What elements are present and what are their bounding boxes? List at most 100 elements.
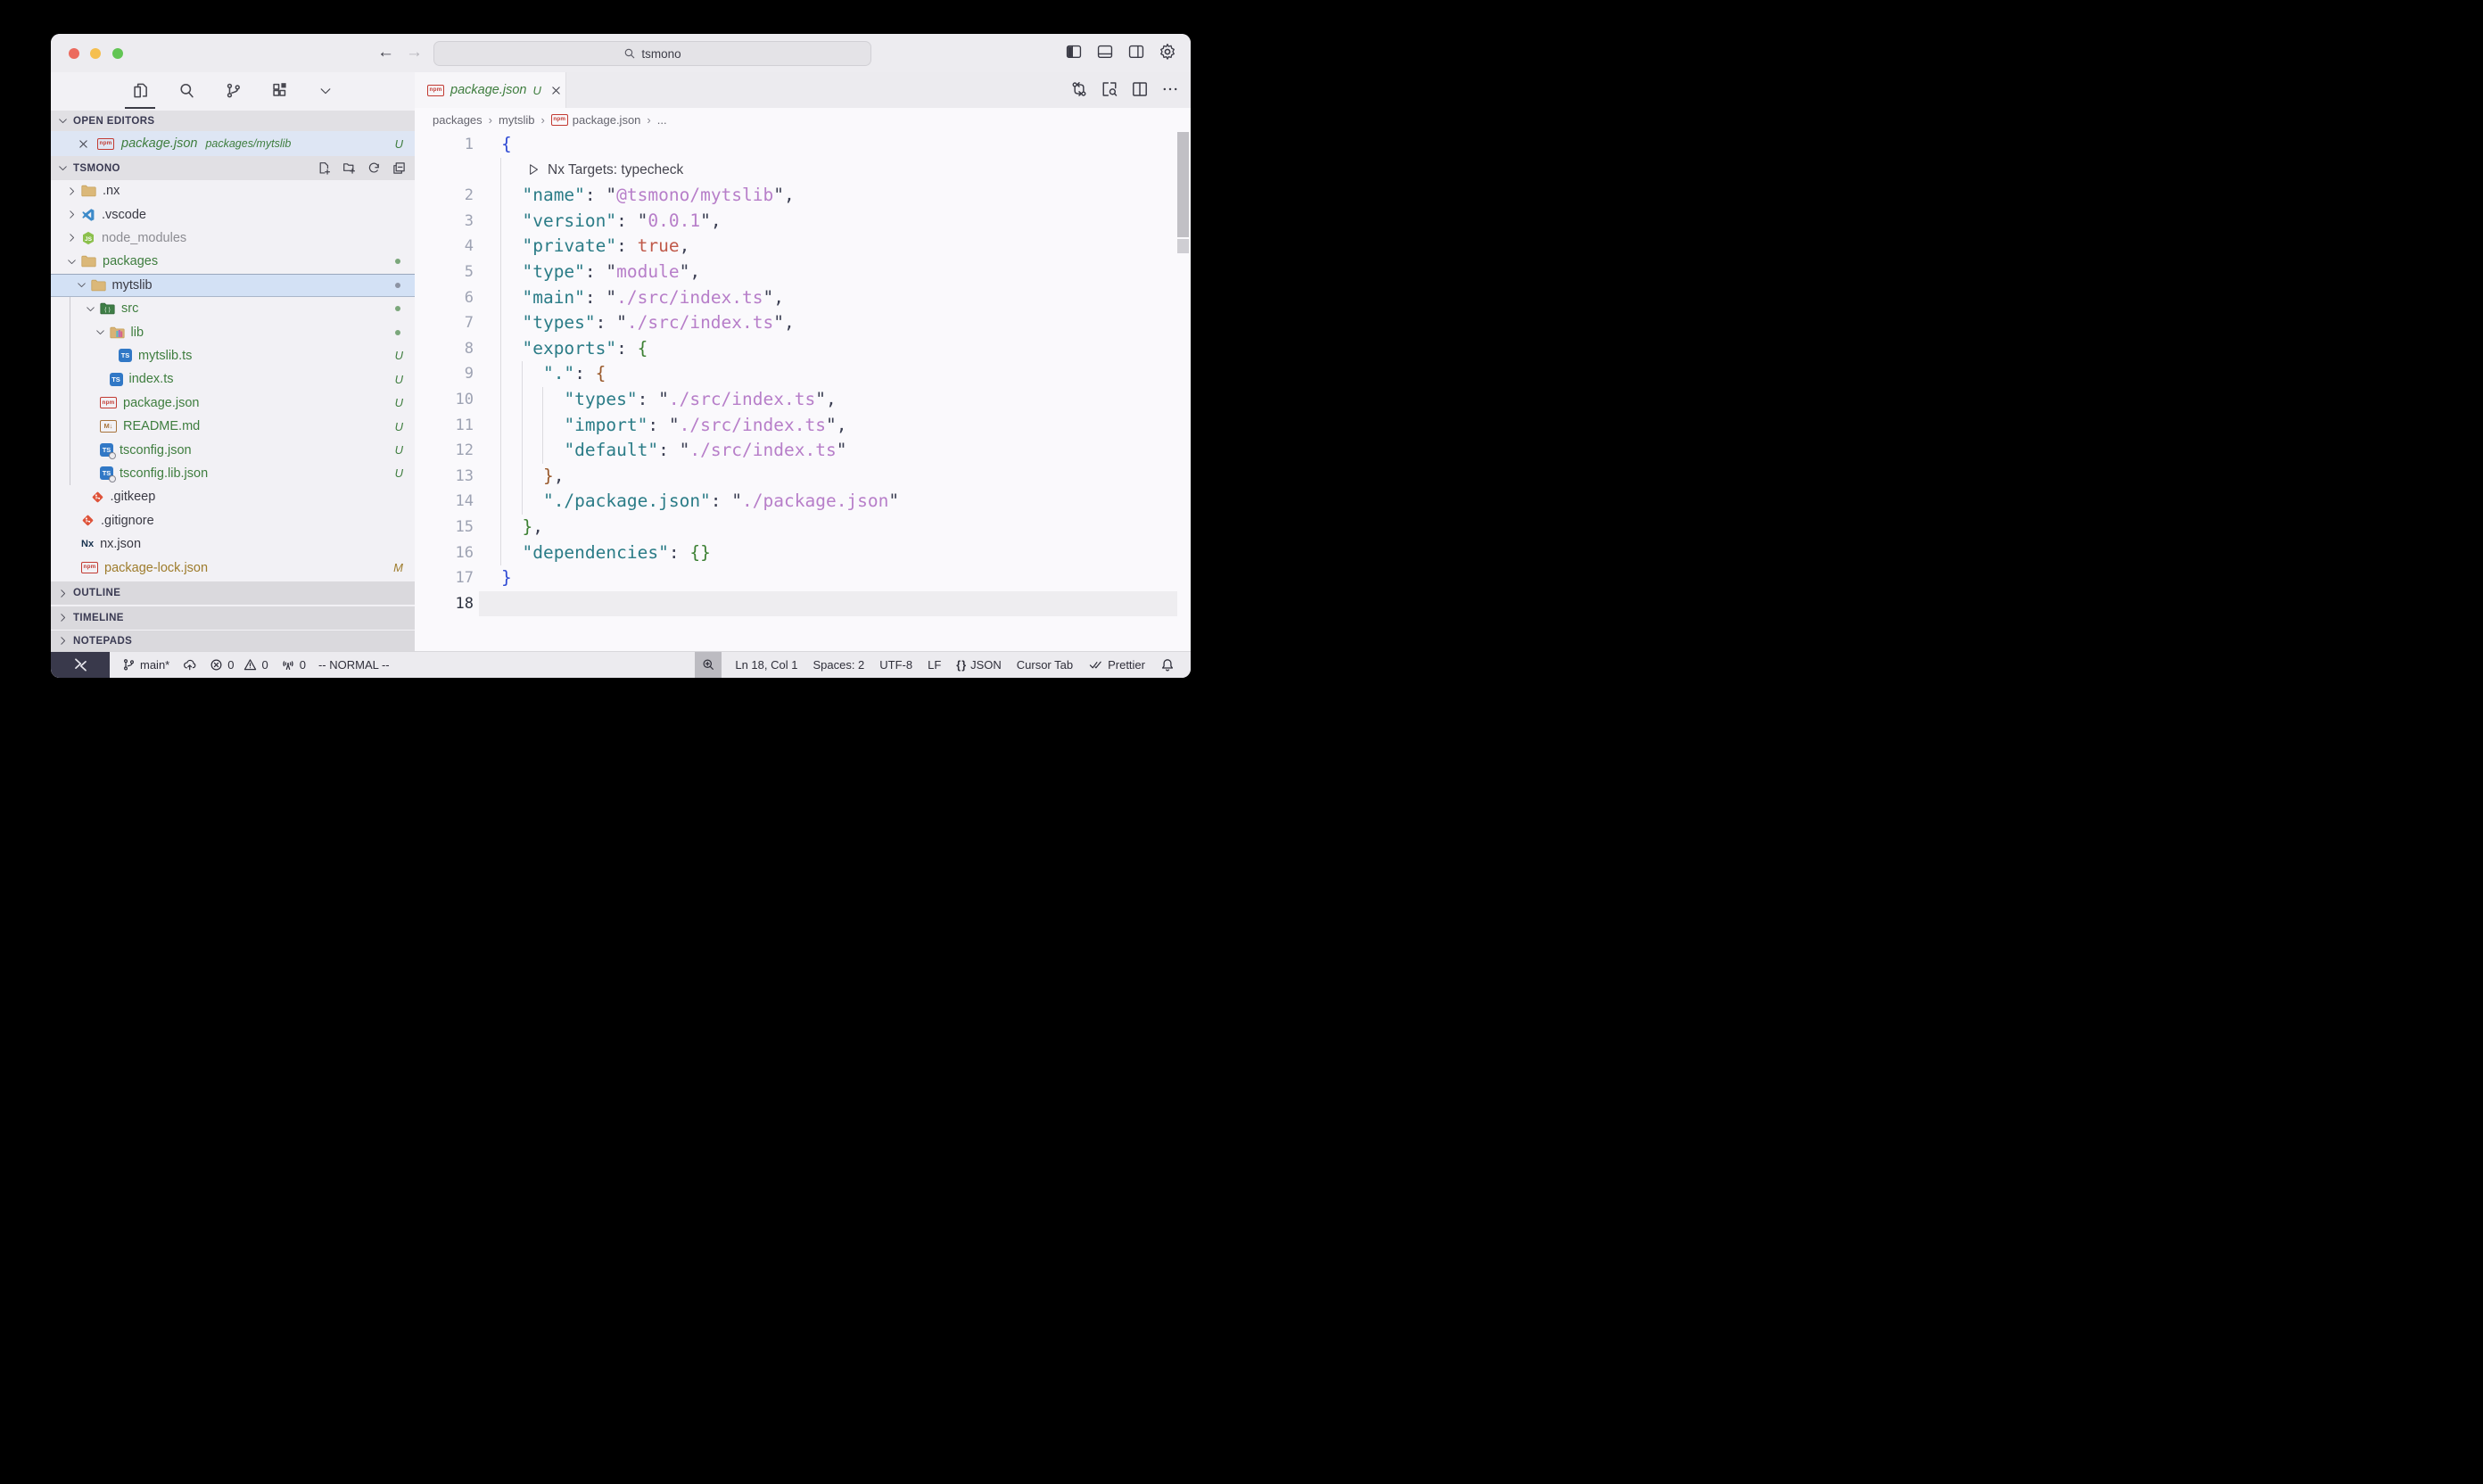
status-encoding[interactable]: UTF-8 <box>879 658 912 672</box>
chevron-right-icon[interactable] <box>67 233 78 243</box>
code-line-17[interactable]: 17} <box>415 565 1191 591</box>
chevron-down-icon[interactable] <box>67 257 78 267</box>
command-center-search[interactable]: tsmono <box>433 41 871 66</box>
collapse-all-icon[interactable] <box>392 161 406 175</box>
chevron-down-icon[interactable] <box>77 280 88 290</box>
close-editor-icon[interactable] <box>78 138 89 150</box>
code-line-3[interactable]: 3"version": "0.0.1", <box>415 209 1191 235</box>
status-text: UTF-8 <box>879 658 912 672</box>
activity-search[interactable] <box>175 76 198 106</box>
code-line-2[interactable]: 2"name": "@tsmono/mytslib", <box>415 183 1191 209</box>
tree-item-node-modules[interactable]: JSnode_modules <box>51 227 415 250</box>
zoom-window-button[interactable] <box>112 48 123 59</box>
tree-item-lib[interactable]: lib <box>51 320 415 343</box>
tree-item-tsconfig-json[interactable]: TStsconfig.jsonU <box>51 438 415 461</box>
navigate-back-button[interactable]: ← <box>377 42 394 63</box>
status-language-mode[interactable]: { }JSON <box>956 658 1001 672</box>
status-sync-status[interactable] <box>182 658 197 672</box>
code-line-13[interactable]: 13}, <box>415 464 1191 490</box>
breadcrumb-item[interactable]: npmpackage.json <box>551 113 641 127</box>
tree-item-vscode[interactable]: .vscode <box>51 202 415 226</box>
chevron-right-icon[interactable] <box>67 210 78 219</box>
code-line-11[interactable]: 11"import": "./src/index.ts", <box>415 413 1191 439</box>
layout-sidebar-right-icon[interactable] <box>1127 43 1145 61</box>
code-line-1[interactable]: 1{ <box>415 132 1191 158</box>
status-notifications[interactable] <box>1160 658 1175 672</box>
new-folder-icon[interactable] <box>342 161 356 175</box>
status-problems[interactable]: 00 <box>210 658 268 672</box>
tree-item-index-ts[interactable]: TSindex.tsU <box>51 367 415 391</box>
split-editor-icon[interactable] <box>1132 81 1148 97</box>
code-line-15[interactable]: 15}, <box>415 515 1191 540</box>
zoom-in-icon <box>702 658 715 672</box>
status-vim-mode[interactable]: -- NORMAL -- <box>318 658 390 672</box>
tree-item-nx-json[interactable]: Nxnx.json <box>51 532 415 556</box>
breadcrumb-item[interactable]: ... <box>657 113 667 127</box>
status-eol[interactable]: LF <box>928 658 941 672</box>
tree-item-package-lock-json[interactable]: npmpackage-lock.jsonM <box>51 556 415 579</box>
activity-more-views[interactable] <box>314 76 337 106</box>
breadcrumb-label: package.json <box>573 113 641 127</box>
explorer-section-header[interactable]: TSMONO <box>51 156 415 180</box>
code-line-16[interactable]: 16"dependencies": {} <box>415 540 1191 566</box>
code-lens-nx-targets[interactable]: Nx Targets: typecheck <box>528 158 683 184</box>
line-number: 17 <box>415 565 474 591</box>
tree-item-mytslib[interactable]: mytslib <box>51 274 415 297</box>
status-branch-status[interactable]: main* <box>122 658 169 672</box>
chevron-down-icon[interactable] <box>95 327 107 337</box>
status-zoom-indicator[interactable] <box>695 652 722 678</box>
tree-item-nx[interactable]: .nx <box>51 179 415 202</box>
new-file-icon[interactable] <box>318 161 331 175</box>
refresh-icon[interactable] <box>367 161 381 175</box>
settings-gear-icon[interactable] <box>1159 43 1176 61</box>
code-line-9[interactable]: 9".": { <box>415 361 1191 387</box>
close-window-button[interactable] <box>69 48 79 59</box>
activity-extensions[interactable] <box>268 76 291 106</box>
tree-item-package-json[interactable]: npmpackage.jsonU <box>51 392 415 415</box>
code-editor[interactable]: 1{ 2"name": "@tsmono/mytslib",3"version":… <box>415 132 1191 652</box>
code-line-6[interactable]: 6"main": "./src/index.ts", <box>415 285 1191 311</box>
breadcrumb-item[interactable]: mytslib <box>499 113 534 127</box>
status-indentation[interactable]: Spaces: 2 <box>813 658 864 672</box>
chevron-right-icon[interactable] <box>67 186 78 196</box>
code-line-10[interactable]: 10"types": "./src/index.ts", <box>415 387 1191 413</box>
close-tab-icon[interactable] <box>550 85 562 96</box>
activity-explorer[interactable] <box>128 76 152 106</box>
more-actions-icon[interactable] <box>1162 81 1178 97</box>
code-line-4[interactable]: 4"private": true, <box>415 234 1191 260</box>
chevron-down-icon[interactable] <box>86 304 97 314</box>
tree-item-src[interactable]: ⟨⟩src <box>51 297 415 320</box>
status-formatter[interactable]: Prettier <box>1088 658 1145 672</box>
tree-item-readme-md[interactable]: M↓README.mdU <box>51 415 415 438</box>
code-line-5[interactable]: 5"type": "module", <box>415 260 1191 285</box>
tab-package-json[interactable]: npm package.json U <box>415 72 566 108</box>
tree-item-label: .nx <box>103 184 120 198</box>
minimize-window-button[interactable] <box>90 48 101 59</box>
navigate-forward-button[interactable]: → <box>406 42 423 63</box>
code-line-18[interactable]: 18 <box>415 591 1191 617</box>
layout-sidebar-left-icon[interactable] <box>1065 43 1083 61</box>
open-editors-section-header[interactable]: OPEN EDITORS <box>51 111 415 131</box>
section-header-outline[interactable]: OUTLINE <box>51 581 415 605</box>
code-line-12[interactable]: 12"default": "./src/index.ts" <box>415 438 1191 464</box>
code-line-8[interactable]: 8"exports": { <box>415 336 1191 362</box>
broadcast-icon <box>281 658 295 672</box>
code-line-7[interactable]: 7"types": "./src/index.ts", <box>415 310 1191 336</box>
layout-panel-bottom-icon[interactable] <box>1096 43 1114 61</box>
tree-item-gitignore[interactable]: .gitignore <box>51 509 415 532</box>
activity-source-control[interactable] <box>221 76 244 106</box>
section-header-timeline[interactable]: TIMELINE <box>51 606 415 630</box>
status-remote-indicator[interactable] <box>51 652 110 678</box>
compare-changes-icon[interactable] <box>1071 81 1087 97</box>
open-preview-icon[interactable] <box>1101 81 1118 97</box>
tree-item-mytslib-ts[interactable]: TSmytslib.tsU <box>51 344 415 367</box>
tree-item-gitkeep[interactable]: .gitkeep <box>51 485 415 508</box>
code-line-14[interactable]: 14"./package.json": "./package.json" <box>415 489 1191 515</box>
status-cursor-position[interactable]: Ln 18, Col 1 <box>735 658 797 672</box>
status-cursor-tab[interactable]: Cursor Tab <box>1017 658 1073 672</box>
open-editor-item[interactable]: npm package.json packages/mytslib U <box>51 131 415 156</box>
tree-item-packages[interactable]: packages <box>51 250 415 273</box>
tree-item-tsconfig-lib-json[interactable]: TStsconfig.lib.jsonU <box>51 462 415 485</box>
status-ports[interactable]: 0 <box>281 658 306 672</box>
breadcrumb-item[interactable]: packages <box>433 113 483 127</box>
